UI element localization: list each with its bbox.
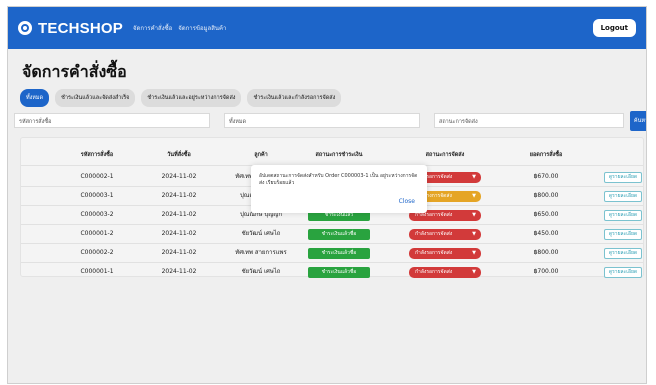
header-order-total: ยอดการสั่งซื้อ bbox=[529, 152, 563, 158]
tab-awaiting-shipment[interactable]: ชำระเงินแล้วและกำลังรอการจัดส่ง bbox=[247, 89, 342, 107]
chevron-down-icon: ▼ bbox=[472, 250, 476, 256]
payment-status-select[interactable]: ทั้งหมด bbox=[224, 113, 420, 128]
view-details-button[interactable]: ดูรายละเอียด bbox=[604, 210, 642, 221]
shipping-status-value: กำลังรอการจัดส่ง bbox=[415, 250, 453, 256]
order-date: 2024-11-02 bbox=[161, 192, 197, 199]
header-order-id: รหัสการสั่งซื้อ bbox=[80, 152, 114, 158]
header-customer: ลูกค้า bbox=[254, 152, 268, 158]
status-tabs: ทั้งหมด ชำระเงินแล้วและจัดส่งสำเร็จ ชำระ… bbox=[20, 89, 347, 107]
nav-link-orders[interactable]: จัดการคำสั่งซื้อ bbox=[133, 23, 172, 33]
view-details-button[interactable]: ดูรายละเอียด bbox=[604, 191, 642, 202]
shipping-status-value: กำลังรอการจัดส่ง bbox=[415, 231, 453, 237]
order-id: C000002-1 bbox=[80, 173, 114, 180]
chevron-down-icon: ▼ bbox=[472, 174, 476, 180]
payment-status-badge[interactable]: ชำระเงินแล้วชื่อ bbox=[308, 267, 370, 278]
order-date: 2024-11-02 bbox=[161, 249, 197, 256]
tab-delivered[interactable]: ชำระเงินแล้วและจัดส่งสำเร็จ bbox=[55, 89, 136, 107]
shipping-status-select[interactable]: สถานะการจัดส่ง bbox=[434, 113, 624, 128]
order-date: 2024-11-02 bbox=[161, 230, 197, 237]
chevron-down-icon: ▼ bbox=[472, 231, 476, 237]
customer-name: ชัยวัฒน์ เศษไถ bbox=[241, 268, 281, 275]
header-shipping-status: สถานะการจัดส่ง bbox=[425, 152, 465, 158]
order-id: C000003-2 bbox=[80, 211, 114, 218]
tab-in-transit[interactable]: ชำระเงินแล้วและอยู่ระหว่างการจัดส่ง bbox=[141, 89, 242, 107]
nav-link-products[interactable]: จัดการข้อมูลสินค้า bbox=[178, 23, 226, 33]
dialog-message: อัปเดตสถานะการจัดส่งสำหรับ Order C000003… bbox=[259, 173, 418, 186]
order-id: C000003-1 bbox=[80, 192, 114, 199]
order-total: ฿700.00 bbox=[533, 268, 559, 275]
order-total: ฿650.00 bbox=[533, 211, 559, 218]
tab-all[interactable]: ทั้งหมด bbox=[20, 89, 50, 107]
logo-icon bbox=[18, 21, 32, 35]
header-order-date: วันที่สั่งซื้อ bbox=[167, 152, 191, 158]
shipping-status-dropdown[interactable]: กำลังรอการจัดส่ง ▼ bbox=[409, 267, 481, 278]
navbar: TECHSHOP จัดการคำสั่งซื้อ จัดการข้อมูลสิ… bbox=[8, 7, 646, 49]
page-title: จัดการคำสั่งซื้อ bbox=[22, 62, 127, 81]
customer-name: ทัศเทพ สายการแพร bbox=[235, 249, 287, 256]
shipping-status-value: กำลังรอการจัดส่ง bbox=[415, 269, 453, 275]
order-total: ฿800.00 bbox=[533, 192, 559, 199]
app-window: TECHSHOP จัดการคำสั่งซื้อ จัดการข้อมูลสิ… bbox=[7, 6, 647, 384]
view-details-button[interactable]: ดูรายละเอียด bbox=[604, 267, 642, 278]
brand-name[interactable]: TECHSHOP bbox=[38, 20, 123, 37]
order-date: 2024-11-02 bbox=[161, 268, 197, 275]
order-id: C000001-1 bbox=[80, 268, 114, 275]
table-header: รหัสการสั่งซื้อ วันที่สั่งซื้อ ลูกค้า สถ… bbox=[21, 146, 643, 164]
shipping-status-dropdown[interactable]: กำลังรอการจัดส่ง ▼ bbox=[409, 229, 481, 240]
order-total: ฿450.00 bbox=[533, 230, 559, 237]
order-total: ฿800.00 bbox=[533, 249, 559, 256]
view-details-button[interactable]: ดูรายละเอียด bbox=[604, 172, 642, 183]
table-row: C000001-1 2024-11-02 ชัยวัฒน์ เศษไถ ชำระเงิ… bbox=[21, 263, 643, 281]
order-date: 2024-11-02 bbox=[161, 211, 197, 218]
view-details-button[interactable]: ดูรายละเอียด bbox=[604, 229, 642, 240]
payment-status-badge[interactable]: ชำระเงินแล้วชื่อ bbox=[308, 229, 370, 240]
header-payment-status: สถานะการชำระเงิน bbox=[315, 152, 363, 158]
view-details-button[interactable]: ดูรายละเอียด bbox=[604, 248, 642, 259]
status-update-dialog: อัปเดตสถานะการจัดส่งสำหรับ Order C000003… bbox=[251, 165, 427, 213]
order-total: ฿670.00 bbox=[533, 173, 559, 180]
shipping-status-dropdown[interactable]: กำลังรอการจัดส่ง ▼ bbox=[409, 248, 481, 259]
customer-name: ชัยวัฒน์ เศษไถ bbox=[241, 230, 281, 237]
chevron-down-icon: ▼ bbox=[472, 269, 476, 275]
close-button[interactable]: Close bbox=[399, 198, 415, 205]
payment-status-badge[interactable]: ชำระเงินแล้วชื่อ bbox=[308, 248, 370, 259]
table-row: C000001-2 2024-11-02 ชัยวัฒน์ เศษไถ ชำระเงิ… bbox=[21, 225, 643, 243]
filter-bar: รหัสการสั่งซื้อ ทั้งหมด สถานะการจัดส่ง ค… bbox=[14, 111, 646, 131]
logout-button[interactable]: Logout bbox=[592, 19, 636, 37]
order-date: 2024-11-02 bbox=[161, 173, 197, 180]
table-row: C000002-2 2024-11-02 ทัศเทพ สายการแพร ชำระเ… bbox=[21, 244, 643, 262]
search-button[interactable]: ค้นหา bbox=[630, 111, 646, 131]
chevron-down-icon: ▼ bbox=[472, 193, 476, 199]
order-id-input[interactable]: รหัสการสั่งซื้อ bbox=[14, 113, 210, 128]
order-id: C000001-2 bbox=[80, 230, 114, 237]
chevron-down-icon: ▼ bbox=[472, 212, 476, 218]
order-id: C000002-2 bbox=[80, 249, 114, 256]
